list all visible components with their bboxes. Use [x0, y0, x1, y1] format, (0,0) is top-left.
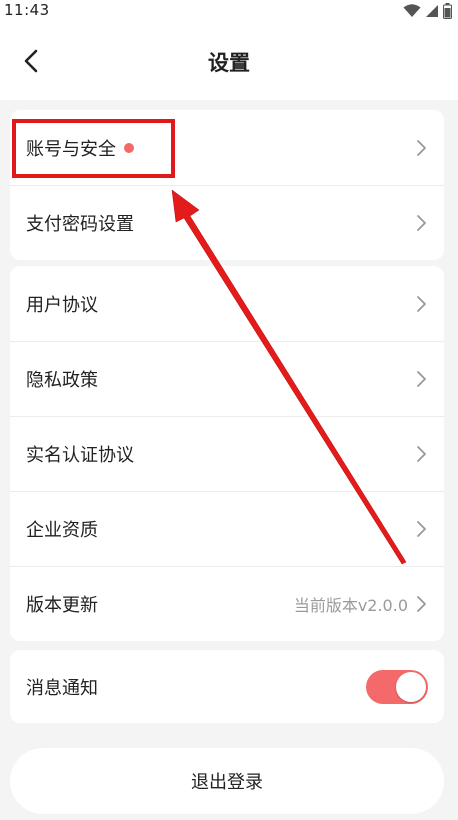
row-privacy-policy[interactable]: 隐私政策: [10, 341, 444, 416]
row-user-agreement[interactable]: 用户协议: [10, 266, 444, 341]
row-label: 支付密码设置: [26, 213, 134, 235]
chevron-right-icon: [417, 139, 426, 156]
chevron-right-icon: [417, 595, 426, 612]
logout-button[interactable]: 退出登录: [10, 748, 444, 814]
status-bar: 11:43: [0, 0, 458, 22]
settings-group-notifications: 消息通知: [10, 650, 444, 723]
row-label: 消息通知: [26, 677, 98, 699]
annotation-highlight-box: [12, 119, 175, 178]
status-time: 11:43: [4, 1, 50, 19]
row-label: 版本更新: [26, 594, 98, 616]
row-payment-password[interactable]: 支付密码设置: [10, 185, 444, 260]
row-label: 隐私政策: [26, 369, 98, 391]
current-version-value: 当前版本v2.0.0: [293, 595, 408, 615]
settings-group-info: 用户协议 隐私政策 实名认证协议 企业资质 版本更新 当前版本v2.0.0: [10, 266, 444, 641]
row-version-update[interactable]: 版本更新 当前版本v2.0.0: [10, 566, 444, 641]
header: 设置: [0, 22, 458, 100]
page-title: 设置: [208, 51, 250, 75]
row-label: 用户协议: [26, 294, 98, 316]
row-message-notification: 消息通知: [10, 650, 444, 723]
row-label: 实名认证协议: [26, 444, 134, 466]
wifi-icon: [403, 4, 421, 17]
chevron-right-icon: [417, 295, 426, 312]
toggle-knob: [396, 671, 426, 702]
row-company-qualification[interactable]: 企业资质: [10, 491, 444, 566]
chevron-right-icon: [417, 214, 426, 231]
row-label: 企业资质: [26, 519, 98, 541]
chevron-right-icon: [417, 520, 426, 537]
chevron-right-icon: [417, 445, 426, 462]
notification-toggle[interactable]: [366, 669, 428, 704]
row-realname-agreement[interactable]: 实名认证协议: [10, 416, 444, 491]
chevron-right-icon: [417, 370, 426, 387]
battery-icon: [443, 3, 452, 19]
signal-icon: [426, 5, 438, 17]
